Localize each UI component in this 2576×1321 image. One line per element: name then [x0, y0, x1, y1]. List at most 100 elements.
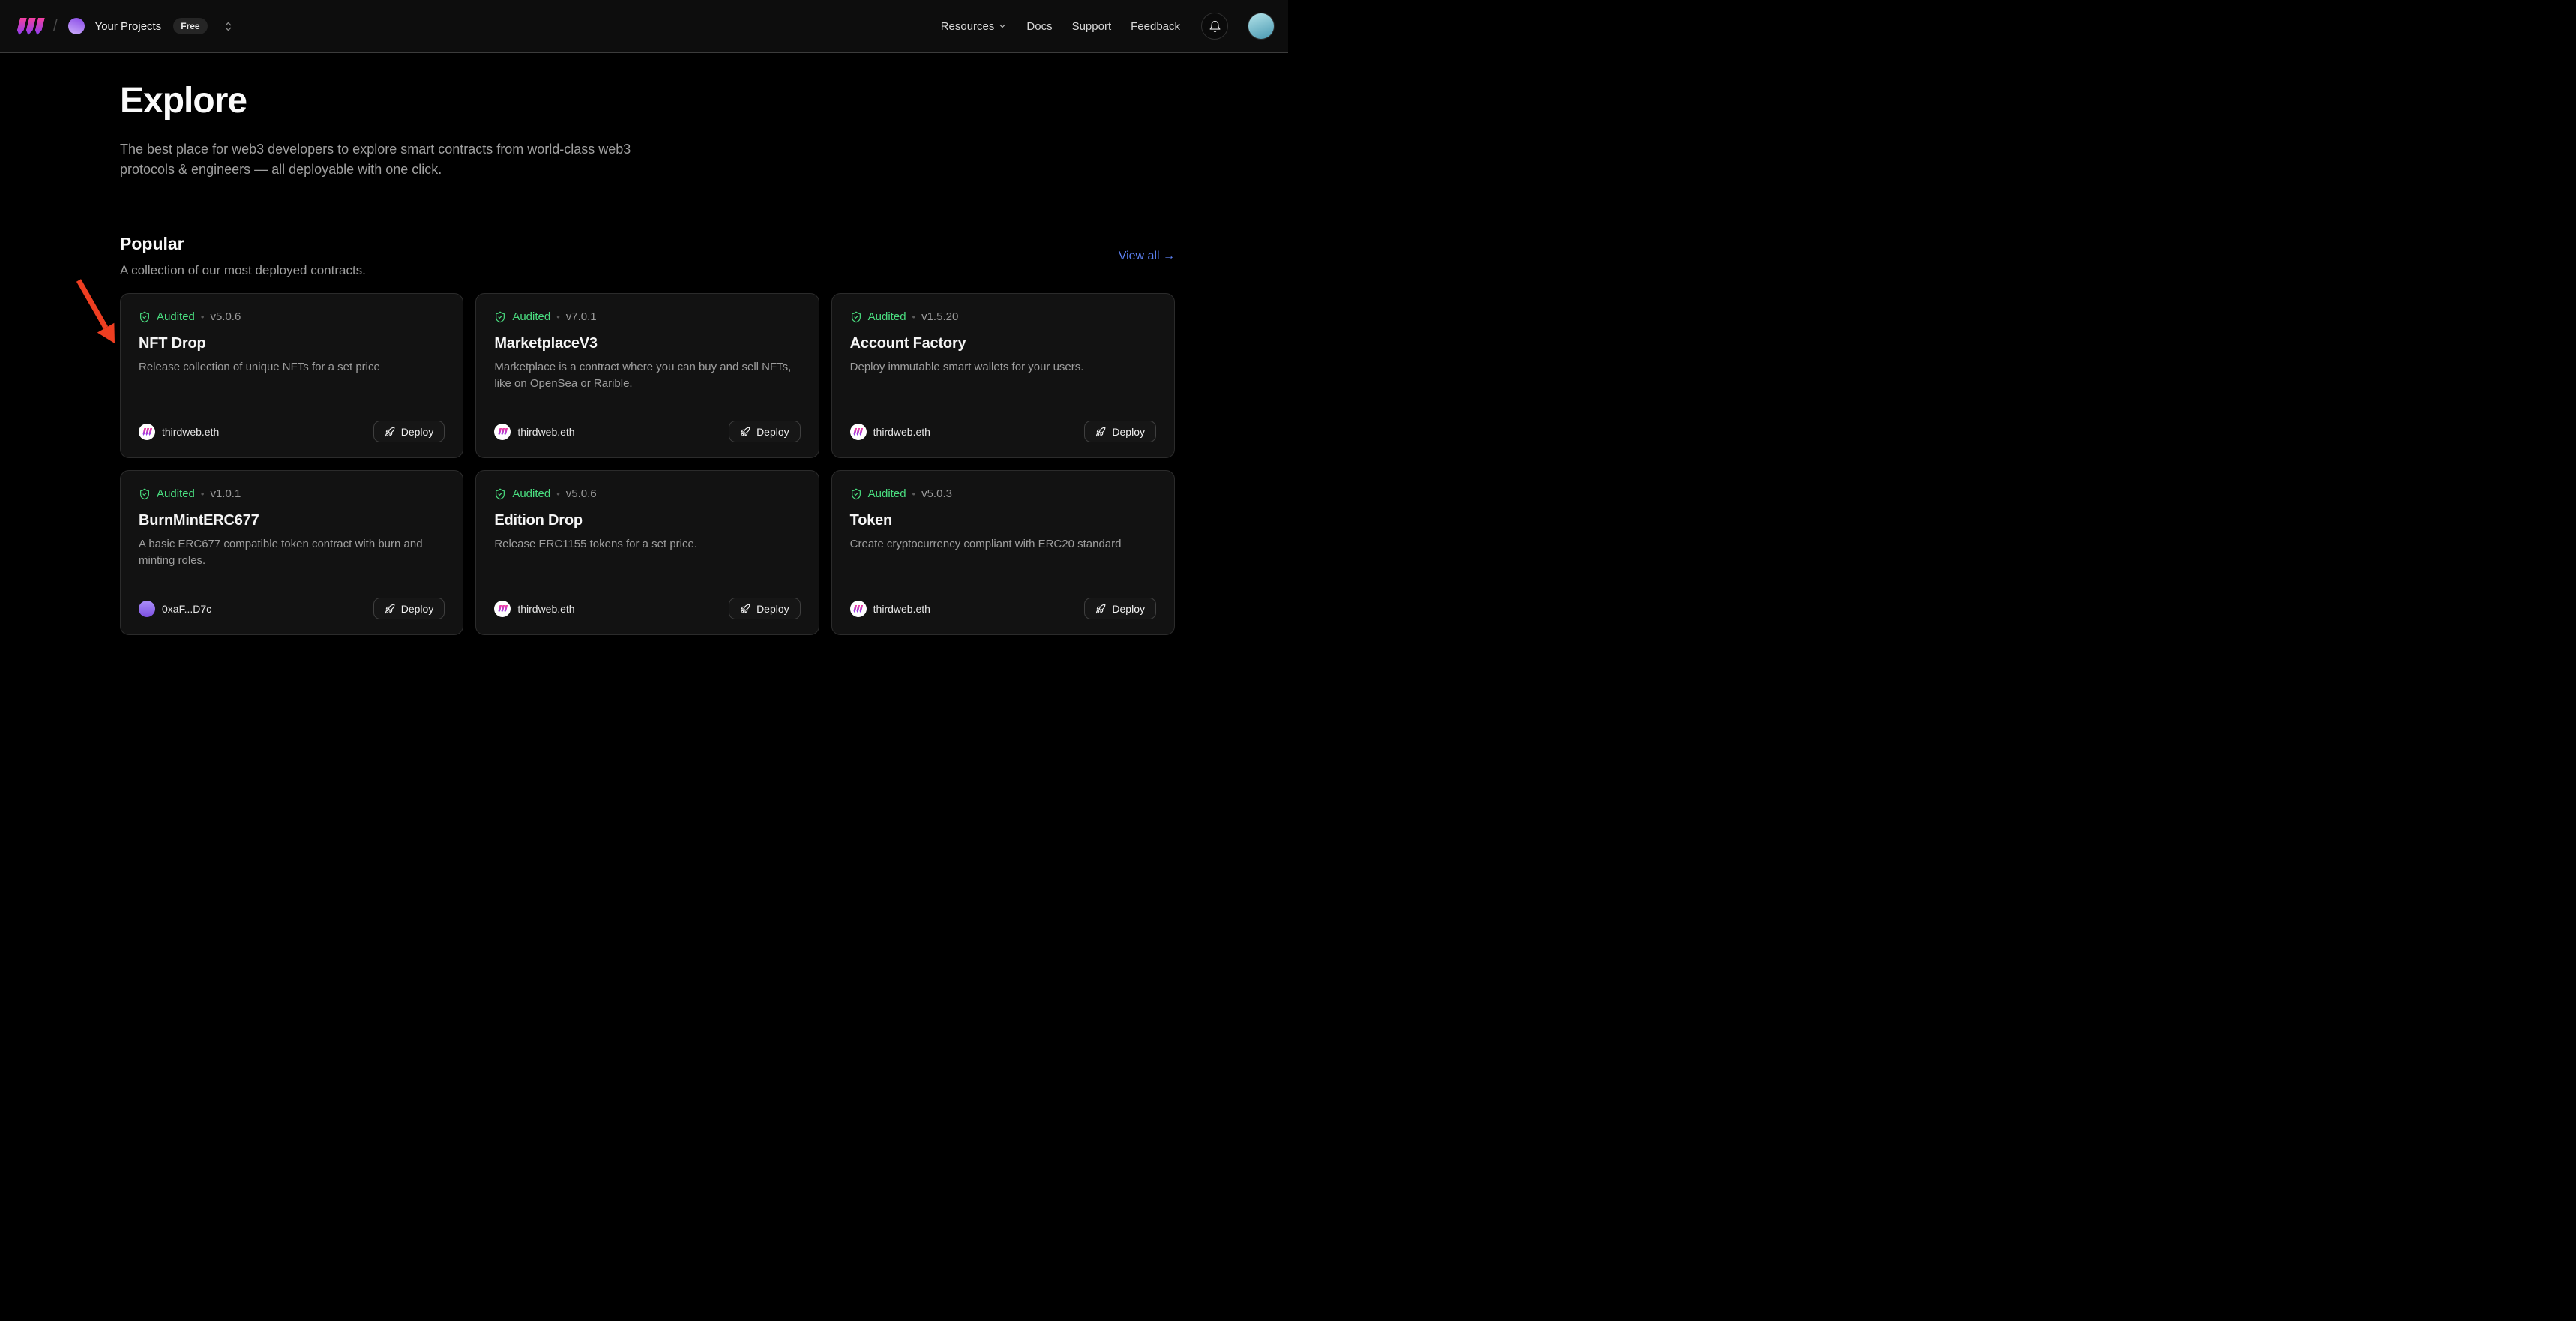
- page-subtitle: The best place for web3 developers to ex…: [120, 139, 678, 180]
- contract-description: A basic ERC677 compatible token contract…: [139, 536, 445, 569]
- popular-section-header: Popular A collection of our most deploye…: [120, 234, 1175, 278]
- contract-description: Deploy immutable smart wallets for your …: [850, 359, 1156, 376]
- publisher-avatar: [850, 601, 867, 617]
- rocket-icon: [1095, 427, 1106, 437]
- contract-card[interactable]: Audited • v7.0.1 MarketplaceV3 Marketpla…: [475, 293, 819, 458]
- dot-separator: •: [201, 311, 205, 322]
- publisher[interactable]: 0xaF...D7c: [139, 601, 211, 617]
- deploy-button[interactable]: Deploy: [373, 598, 445, 619]
- publisher-name: thirdweb.eth: [162, 426, 219, 438]
- contract-description: Marketplace is a contract where you can …: [494, 359, 800, 392]
- top-navbar: / Your Projects Free Resources Docs Supp…: [0, 0, 1288, 53]
- contract-version: v1.5.20: [921, 310, 958, 323]
- contract-version: v7.0.1: [566, 310, 597, 323]
- contract-title[interactable]: Account Factory: [850, 335, 1156, 352]
- contract-title[interactable]: BurnMintERC677: [139, 512, 445, 529]
- page-title: Explore: [120, 80, 1175, 121]
- publisher-avatar: [139, 424, 155, 440]
- deploy-button[interactable]: Deploy: [729, 421, 801, 442]
- publisher[interactable]: thirdweb.eth: [850, 424, 930, 440]
- audited-shield-icon: [494, 488, 506, 500]
- explore-page: Explore The best place for web3 develope…: [120, 53, 1175, 635]
- nav-support[interactable]: Support: [1072, 20, 1112, 33]
- dot-separator: •: [912, 488, 916, 499]
- view-all-link[interactable]: View all →: [1119, 250, 1175, 263]
- publisher-avatar: [494, 424, 511, 440]
- dot-separator: •: [556, 311, 560, 322]
- hero: Explore The best place for web3 develope…: [120, 53, 1175, 180]
- deploy-label: Deploy: [756, 603, 789, 615]
- audited-label: Audited: [157, 310, 195, 323]
- contract-title[interactable]: Edition Drop: [494, 512, 800, 529]
- contract-card[interactable]: Audited • v1.5.20 Account Factory Deploy…: [831, 293, 1175, 458]
- publisher-name: thirdweb.eth: [517, 426, 574, 438]
- contract-version: v5.0.6: [566, 487, 597, 500]
- publisher-avatar: [850, 424, 867, 440]
- rocket-icon: [1095, 604, 1106, 614]
- rocket-icon: [740, 604, 750, 614]
- publisher-name: thirdweb.eth: [873, 603, 930, 615]
- notifications-button[interactable]: [1201, 13, 1228, 40]
- deploy-button[interactable]: Deploy: [1084, 598, 1156, 619]
- publisher-avatar: [139, 601, 155, 617]
- audited-shield-icon: [850, 488, 862, 500]
- deploy-label: Deploy: [401, 426, 434, 438]
- deploy-button[interactable]: Deploy: [1084, 421, 1156, 442]
- contract-title[interactable]: NFT Drop: [139, 335, 445, 352]
- contract-card[interactable]: Audited • v1.0.1 BurnMintERC677 A basic …: [120, 470, 463, 635]
- audited-label: Audited: [868, 487, 906, 500]
- bell-icon: [1209, 20, 1221, 33]
- dot-separator: •: [201, 488, 205, 499]
- nav-docs[interactable]: Docs: [1026, 20, 1052, 33]
- contract-title[interactable]: MarketplaceV3: [494, 335, 800, 352]
- popular-title: Popular: [120, 234, 366, 254]
- project-name[interactable]: Your Projects: [95, 20, 162, 33]
- project-avatar[interactable]: [68, 18, 85, 34]
- right-arrow-icon: →: [1163, 250, 1175, 262]
- breadcrumb: / Your Projects Free: [18, 18, 234, 35]
- contract-description: Release collection of unique NFTs for a …: [139, 359, 445, 376]
- contract-description: Create cryptocurrency compliant with ERC…: [850, 536, 1156, 553]
- plan-badge: Free: [173, 18, 207, 34]
- deploy-label: Deploy: [1112, 426, 1145, 438]
- publisher-name: 0xaF...D7c: [162, 603, 211, 615]
- contract-card[interactable]: Audited • v5.0.6 Edition Drop Release ER…: [475, 470, 819, 635]
- deploy-label: Deploy: [401, 603, 434, 615]
- deploy-label: Deploy: [756, 426, 789, 438]
- deploy-label: Deploy: [1112, 603, 1145, 615]
- audited-shield-icon: [139, 488, 151, 500]
- chevron-down-icon: [998, 22, 1007, 31]
- header-nav: Resources Docs Support Feedback: [941, 13, 1275, 40]
- contract-card[interactable]: Audited • v5.0.3 Token Create cryptocurr…: [831, 470, 1175, 635]
- thirdweb-logo-icon[interactable]: [18, 18, 43, 35]
- publisher[interactable]: thirdweb.eth: [139, 424, 219, 440]
- publisher[interactable]: thirdweb.eth: [850, 601, 930, 617]
- dot-separator: •: [556, 488, 560, 499]
- publisher[interactable]: thirdweb.eth: [494, 424, 574, 440]
- audited-shield-icon: [139, 311, 151, 323]
- project-switcher-icon[interactable]: [223, 21, 234, 32]
- contract-version: v5.0.6: [210, 310, 241, 323]
- publisher-name: thirdweb.eth: [517, 603, 574, 615]
- user-avatar[interactable]: [1248, 13, 1275, 40]
- deploy-button[interactable]: Deploy: [373, 421, 445, 442]
- publisher-avatar: [494, 601, 511, 617]
- contract-description: Release ERC1155 tokens for a set price.: [494, 536, 800, 553]
- publisher[interactable]: thirdweb.eth: [494, 601, 574, 617]
- audited-shield-icon: [494, 311, 506, 323]
- rocket-icon: [740, 427, 750, 437]
- audited-shield-icon: [850, 311, 862, 323]
- rocket-icon: [385, 604, 395, 614]
- rocket-icon: [385, 427, 395, 437]
- popular-subtitle: A collection of our most deployed contra…: [120, 263, 366, 278]
- nav-resources[interactable]: Resources: [941, 20, 1008, 33]
- contract-title[interactable]: Token: [850, 512, 1156, 529]
- nav-feedback[interactable]: Feedback: [1131, 20, 1180, 33]
- deploy-button[interactable]: Deploy: [729, 598, 801, 619]
- contract-card[interactable]: Audited • v5.0.6 NFT Drop Release collec…: [120, 293, 463, 458]
- contract-version: v5.0.3: [921, 487, 952, 500]
- contract-version: v1.0.1: [210, 487, 241, 500]
- dot-separator: •: [912, 311, 916, 322]
- audited-label: Audited: [157, 487, 195, 500]
- audited-label: Audited: [512, 487, 550, 500]
